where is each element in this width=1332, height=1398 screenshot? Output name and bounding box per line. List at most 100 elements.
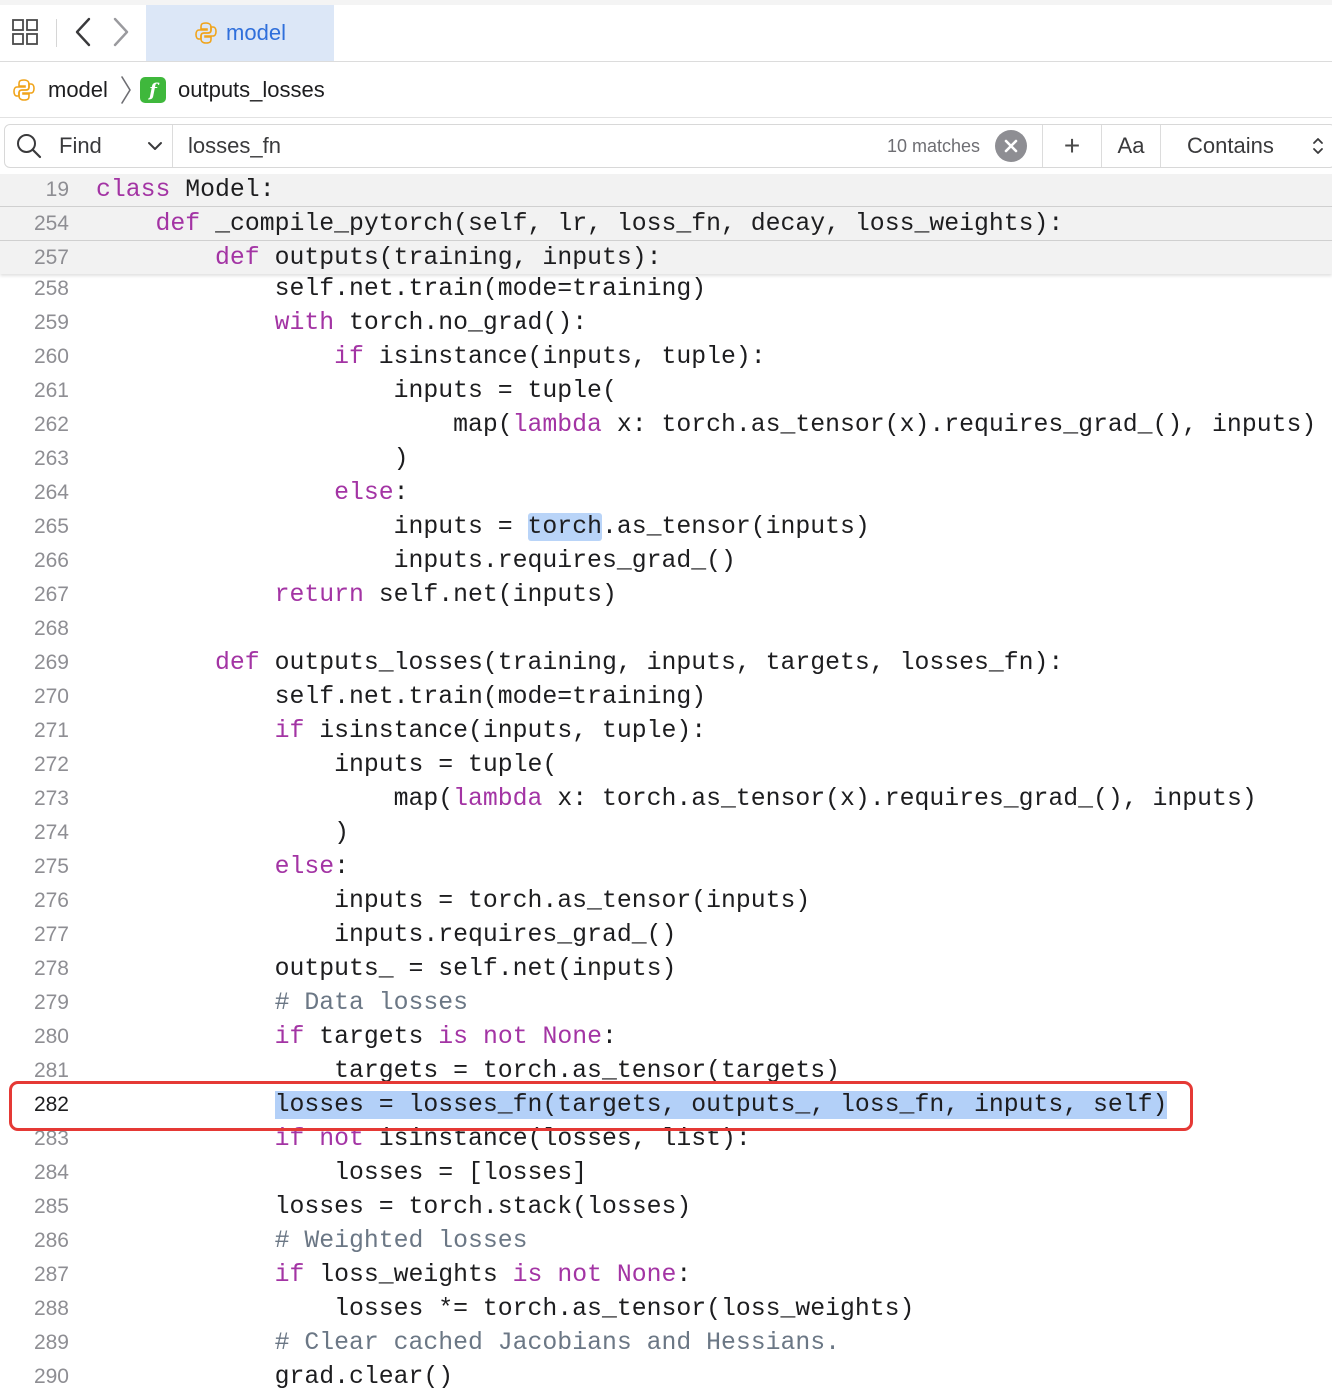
grid-view-button[interactable] [8,14,42,50]
line-code: inputs = tuple( [96,748,557,782]
chevron-down-icon [148,142,162,150]
code-line[interactable]: 262 map(lambda x: torch.as_tensor(x).req… [0,408,1332,442]
code-line[interactable]: 287 if loss_weights is not None: [0,1258,1332,1292]
match-case-button[interactable]: Aa [1102,125,1160,167]
code-token: targets = torch.as_tensor(targets) [96,1057,841,1085]
comment-token: # Weighted losses [274,1227,528,1255]
breadcrumb-function[interactable]: f outputs_losses [140,75,325,105]
python-icon [195,22,217,44]
code-token: outputs_losses(training, inputs, targets… [259,649,1064,677]
line-code: losses = torch.stack(losses) [96,1190,692,1224]
code-token: ) [96,445,409,473]
sticky-code-line[interactable]: 254 def _compile_pytorch(self, lr, loss_… [0,207,1332,241]
code-line[interactable]: 260 if isinstance(inputs, tuple): [0,340,1332,374]
code-token: self.net.train(mode=training) [96,683,707,711]
breadcrumb-module[interactable]: model [12,75,108,105]
code-line[interactable]: 273 map(lambda x: torch.as_tensor(x).req… [0,782,1332,816]
keyword-token: if [274,717,305,745]
code-line[interactable]: 279 # Data losses [0,986,1332,1020]
find-bar: Find losses_fn 10 matches + Aa Contains [4,124,1332,168]
line-code: map(lambda x: torch.as_tensor(x).require… [96,408,1316,442]
line-number: 289 [33,1331,69,1354]
back-button[interactable] [68,14,98,50]
tab-model-label: model [226,20,286,45]
code-line[interactable]: 258 self.net.train(mode=training) [0,272,1332,306]
line-number: 260 [33,345,69,368]
code-line[interactable]: 266 inputs.requires_grad_() [0,544,1332,578]
code-line[interactable]: 264 else: [0,476,1332,510]
code-editor[interactable]: 258 self.net.train(mode=training) 259 wit… [0,174,1332,1398]
sticky-code-line[interactable]: 257 def outputs(training, inputs): [0,241,1332,275]
keyword-token: lambda [453,785,543,813]
code-line[interactable]: 272 inputs = tuple( [0,748,1332,782]
chevron-left-icon [75,17,91,47]
code-line[interactable]: 259 with torch.no_grad(): [0,306,1332,340]
breadcrumb-separator-icon [121,76,131,104]
find-mode-selector[interactable]: Find [15,125,171,167]
code-line[interactable]: 278 outputs_ = self.net(inputs) [0,952,1332,986]
code-token: outputs_ = self.net(inputs) [96,955,677,983]
code-line[interactable]: 265 inputs = torch.as_tensor(inputs) [0,510,1332,544]
line-code: losses = [losses] [96,1156,587,1190]
match-type-selector[interactable]: Contains [1187,125,1327,167]
code-line[interactable]: 276 inputs = torch.as_tensor(inputs) [0,884,1332,918]
keyword-token: if [274,1125,305,1153]
search-icon [17,134,42,159]
code-line[interactable]: 261 inputs = tuple( [0,374,1332,408]
code-line[interactable]: 277 inputs.requires_grad_() [0,918,1332,952]
code-line[interactable]: 281 targets = torch.as_tensor(targets) [0,1054,1332,1088]
code-line[interactable]: 289 # Clear cached Jacobians and Hessian… [0,1326,1332,1360]
line-code: grad.clear() [96,1360,454,1394]
line-number: 281 [33,1059,69,1082]
keyword-token: if [334,343,364,371]
code-line[interactable]: 274 ) [0,816,1332,850]
code-line[interactable]: 288 losses *= torch.as_tensor(loss_weigh… [0,1292,1332,1326]
tab-model[interactable]: model [146,5,334,61]
code-line[interactable]: 267 return self.net(inputs) [0,578,1332,612]
highlighted-token: torch [527,513,602,541]
sticky-code-line[interactable]: 19 class Model: [0,174,1332,207]
code-line[interactable]: 285 losses = torch.stack(losses) [0,1190,1332,1224]
code-token: _compile_pytorch(self, lr, loss_fn, deca… [200,210,1064,238]
code-line[interactable]: 263 ) [0,442,1332,476]
line-number: 264 [33,481,69,504]
function-icon: f [140,77,166,103]
code-token: torch.no_grad(): [334,309,588,337]
code-line[interactable]: 284 losses = [losses] [0,1156,1332,1190]
code-token: isinstance(inputs, tuple): [363,343,766,371]
clear-search-button[interactable] [995,125,1031,167]
code-line[interactable]: 286 # Weighted losses [0,1224,1332,1258]
code-line[interactable]: 283 if not isinstance(losses, list): [0,1122,1332,1156]
line-number: 288 [33,1297,69,1320]
find-divider [1160,125,1161,167]
line-number: 274 [33,821,69,844]
code-token: self.net.train(mode=training) [96,275,707,303]
line-number: 271 [33,719,69,742]
code-line[interactable]: 269 def outputs_losses(training, inputs,… [0,646,1332,680]
code-line[interactable]: 280 if targets is not None: [0,1020,1332,1054]
line-number: 19 [45,178,69,201]
add-find-field-button[interactable]: + [1043,125,1101,167]
code-line[interactable]: 268 [0,612,1332,646]
line-number: 284 [33,1161,69,1184]
code-line[interactable]: 271 if isinstance(inputs, tuple): [0,714,1332,748]
current-code-line[interactable]: 282 losses = losses_fn(targets, outputs_… [0,1088,1332,1122]
code-token: x: torch.as_tensor(x).requires_grad_(), … [542,785,1257,813]
line-code: with torch.no_grad(): [96,306,588,340]
plus-icon: + [1063,130,1081,161]
code-line[interactable]: 290 grad.clear() [0,1360,1332,1394]
code-line[interactable]: 270 self.net.train(mode=training) [0,680,1332,714]
forward-button[interactable] [106,14,136,50]
find-search-input[interactable]: losses_fn [188,125,868,167]
line-number: 257 [33,246,69,269]
code-token: : [334,853,349,881]
code-line[interactable]: 275 else: [0,850,1332,884]
